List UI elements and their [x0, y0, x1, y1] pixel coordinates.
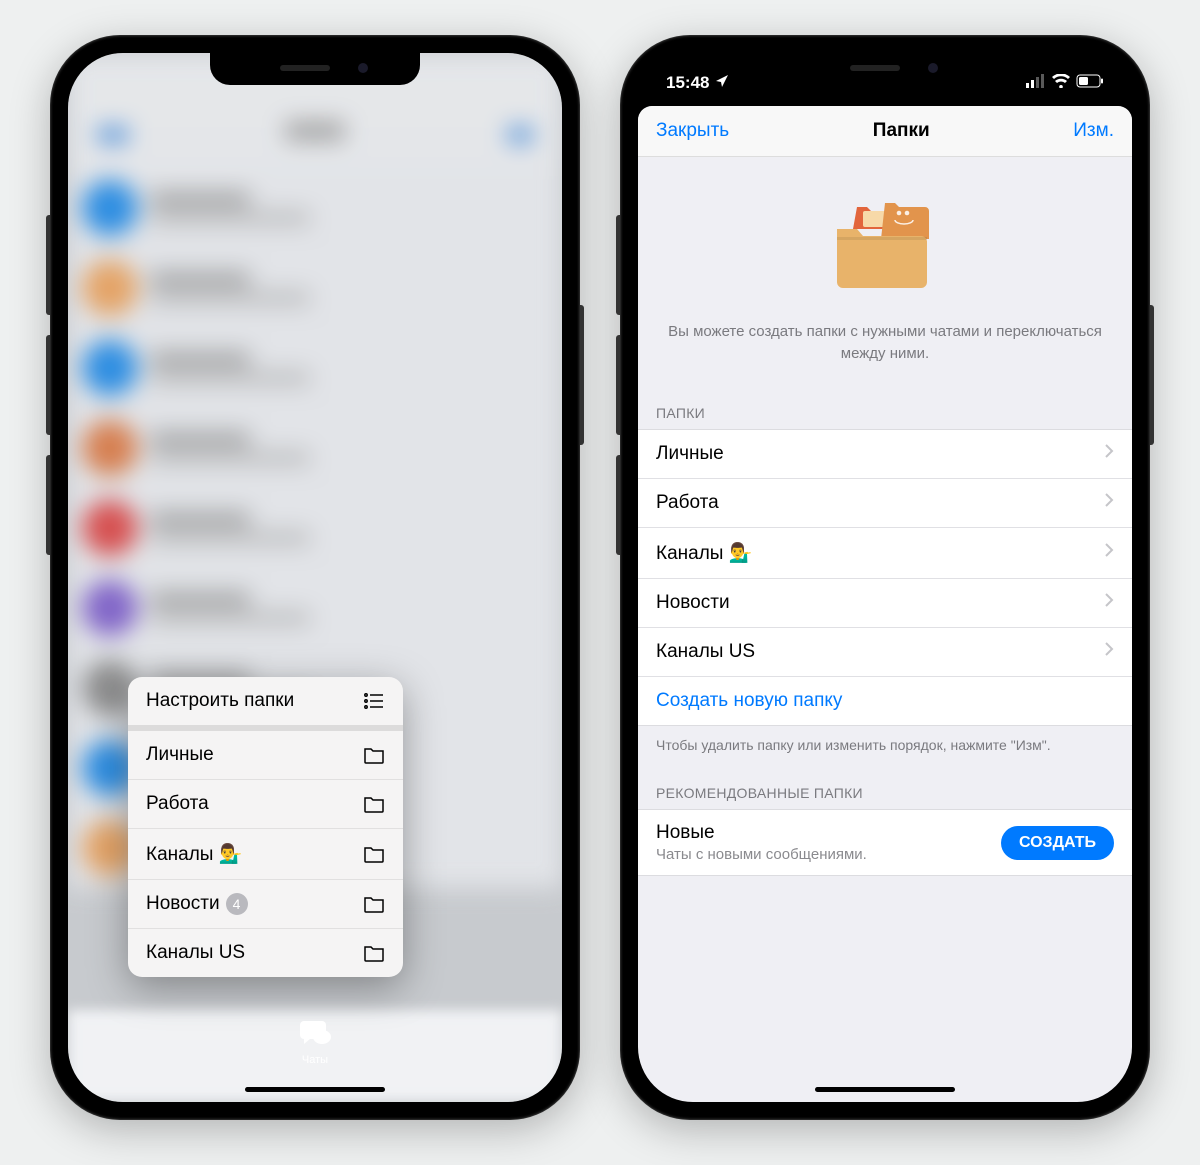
folder-name: Работа [656, 492, 719, 514]
home-indicator[interactable] [815, 1087, 955, 1092]
folder-icon [363, 795, 385, 813]
location-icon [715, 73, 729, 93]
modal-header: Закрыть Папки Изм. [638, 106, 1132, 157]
chevron-right-icon [1104, 492, 1114, 514]
menu-folder-label: Каналы US [146, 942, 245, 964]
menu-folder-1[interactable]: Работа [128, 780, 403, 829]
folder-icon [363, 746, 385, 764]
create-folder-button[interactable]: Создать новую папку [638, 677, 1132, 725]
menu-folder-label: Личные [146, 744, 214, 766]
home-indicator[interactable] [245, 1087, 385, 1092]
folder-icon [363, 845, 385, 863]
wifi-icon [1052, 73, 1070, 93]
edit-button[interactable]: Изм. [1073, 120, 1114, 142]
folder-name: Личные [656, 443, 724, 465]
tab-chats[interactable]: Чаты [298, 1019, 332, 1066]
chevron-right-icon [1104, 542, 1114, 564]
notch [210, 53, 420, 85]
list-settings-icon [363, 692, 385, 710]
chevron-right-icon [1104, 443, 1114, 465]
recommended-subtitle: Чаты с новыми сообщениями. [656, 846, 867, 863]
recommended-folder-row: Новые Чаты с новыми сообщениями. СОЗДАТЬ [638, 809, 1132, 876]
tab-chats-label: Чаты [302, 1054, 328, 1066]
chevron-right-icon [1104, 592, 1114, 614]
folder-icon [363, 895, 385, 913]
recommended-text: Новые Чаты с новыми сообщениями. [656, 822, 867, 863]
status-time: 15:48 [666, 73, 709, 93]
folder-icon [363, 944, 385, 962]
create-recommended-button[interactable]: СОЗДАТЬ [1001, 826, 1114, 860]
menu-folder-2[interactable]: Каналы 💁‍♂️ [128, 829, 403, 880]
recommended-title: Новые [656, 822, 867, 844]
notch [780, 53, 990, 85]
menu-folder-label: Новости 4 [146, 893, 248, 915]
folder-name: Каналы 💁‍♂️ [656, 541, 752, 565]
folder-row-0[interactable]: Личные [638, 430, 1132, 479]
folder-name: Новости [656, 592, 730, 614]
folder-row-2[interactable]: Каналы 💁‍♂️ [638, 528, 1132, 579]
chats-icon [298, 1019, 332, 1052]
menu-folder-4[interactable]: Каналы US [128, 929, 403, 977]
folder-row-3[interactable]: Новости [638, 579, 1132, 628]
folders-footer: Чтобы удалить папку или изменить порядок… [638, 726, 1132, 766]
battery-icon [1076, 73, 1104, 93]
section-header-folders: ПАПКИ [638, 385, 1132, 429]
menu-folder-label: Каналы 💁‍♂️ [146, 842, 242, 866]
close-button[interactable]: Закрыть [656, 120, 729, 142]
screen-right: 15:48 Закрыть Папки И [638, 53, 1132, 1102]
create-folder-label: Создать новую папку [656, 690, 842, 712]
phone-left: Настроить папки Личные Работа Каналы 💁‍♂… [50, 35, 580, 1120]
menu-configure-folders[interactable]: Настроить папки [128, 677, 403, 731]
chevron-right-icon [1104, 641, 1114, 663]
hero: Вы можете создать папки с нужными чатами… [638, 157, 1132, 385]
menu-folder-0[interactable]: Личные [128, 731, 403, 780]
hero-description: Вы можете создать папки с нужными чатами… [668, 321, 1102, 365]
folders-list: Личные Работа Каналы 💁‍♂️ Новости Каналы… [638, 429, 1132, 726]
folder-name: Каналы US [656, 641, 755, 663]
unread-badge: 4 [226, 893, 248, 915]
folders-modal: Закрыть Папки Изм. [638, 106, 1132, 1102]
screen-left: Настроить папки Личные Работа Каналы 💁‍♂… [68, 53, 562, 1102]
menu-folder-label: Работа [146, 793, 209, 815]
folder-row-1[interactable]: Работа [638, 479, 1132, 528]
status-right [1026, 73, 1104, 93]
folder-row-4[interactable]: Каналы US [638, 628, 1132, 677]
context-menu: Настроить папки Личные Работа Каналы 💁‍♂… [128, 677, 403, 977]
cellular-icon [1026, 73, 1046, 93]
status-left: 15:48 [666, 73, 729, 93]
menu-folder-3[interactable]: Новости 4 [128, 880, 403, 929]
phone-right: 15:48 Закрыть Папки И [620, 35, 1150, 1120]
menu-configure-label: Настроить папки [146, 690, 294, 712]
folder-illustration-icon [668, 177, 1102, 321]
section-header-recommended: РЕКОМЕНДОВАННЫЕ ПАПКИ [638, 765, 1132, 809]
modal-title: Папки [873, 120, 930, 142]
